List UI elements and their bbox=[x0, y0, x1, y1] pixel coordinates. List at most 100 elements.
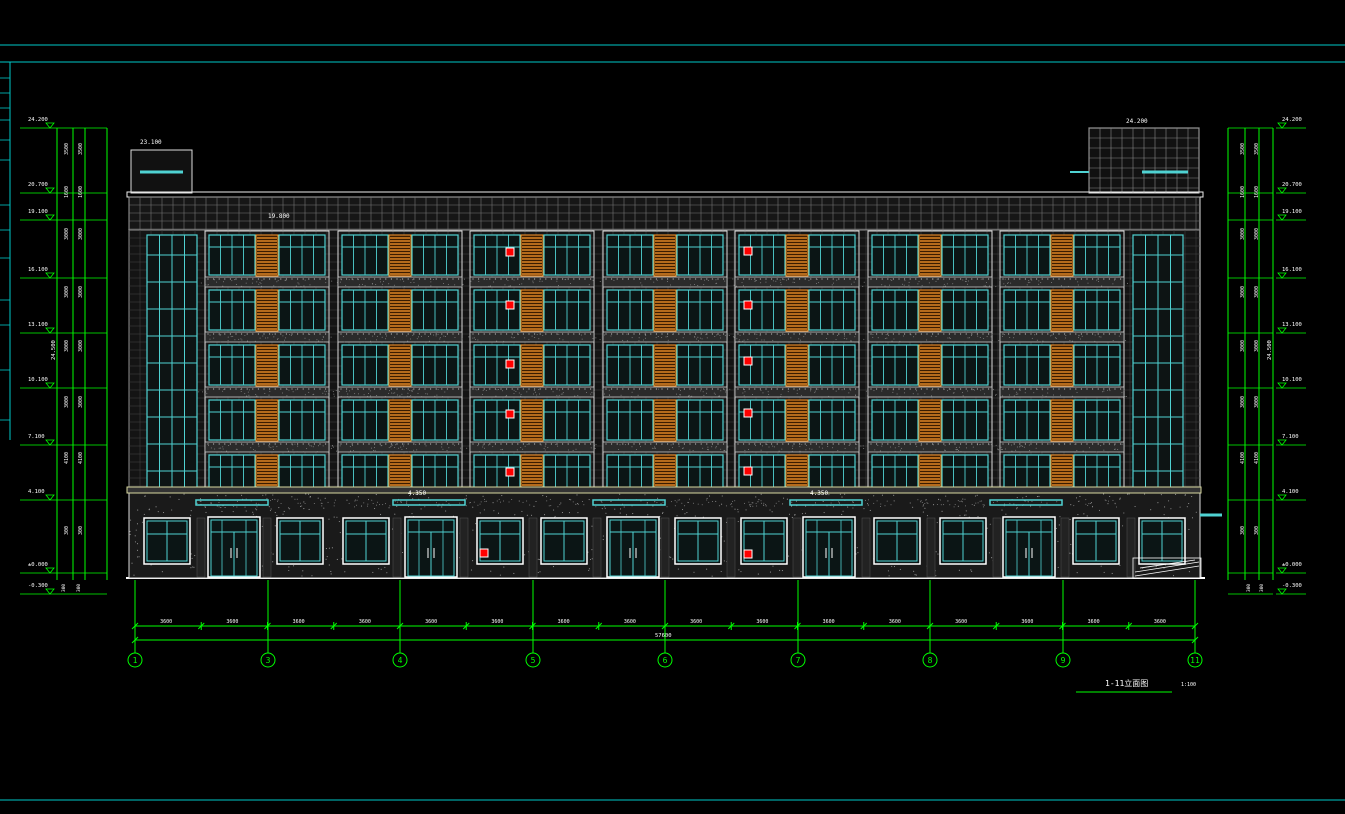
red-marker-3 bbox=[505, 359, 515, 369]
bay-dimension-5: 3600 bbox=[425, 619, 437, 625]
svg-text:300: 300 bbox=[1254, 526, 1260, 535]
bay-dimension-16: 3600 bbox=[1154, 619, 1166, 625]
svg-text:300: 300 bbox=[1240, 526, 1246, 535]
side-curtain-wall-1 bbox=[146, 234, 198, 489]
level-right-2: 20.700 bbox=[1282, 182, 1302, 188]
ground-window-10 bbox=[1072, 517, 1120, 565]
svg-text:4100: 4100 bbox=[64, 452, 70, 464]
svg-text:3000: 3000 bbox=[64, 340, 70, 352]
red-marker-5 bbox=[505, 467, 515, 477]
svg-text:300: 300 bbox=[78, 526, 84, 535]
level-right-1: 24.200 bbox=[1282, 117, 1302, 123]
axis-marker-4: 4 bbox=[392, 580, 408, 668]
right-level-chain: 24.200 20.700 19.100 16.100 13.100 10.100 7.10… bbox=[1227, 117, 1306, 595]
level-left-9: ±0.000 bbox=[28, 562, 48, 568]
svg-text:3500: 3500 bbox=[64, 143, 70, 155]
svg-text:300: 300 bbox=[61, 584, 67, 592]
parapet-level: 19.800 bbox=[268, 213, 290, 220]
canopy-level-left: 4.350 bbox=[408, 490, 426, 497]
svg-text:3000: 3000 bbox=[1254, 286, 1260, 298]
svg-text:3500: 3500 bbox=[78, 143, 84, 155]
level-right-9: ±0.000 bbox=[1282, 562, 1302, 568]
svg-text:3000: 3000 bbox=[1240, 340, 1246, 352]
svg-text:4100: 4100 bbox=[78, 452, 84, 464]
svg-text:3000: 3000 bbox=[1254, 228, 1260, 240]
level-right-3: 19.100 bbox=[1282, 209, 1302, 215]
roof-level-left: 23.100 bbox=[140, 139, 162, 146]
svg-text:3000: 3000 bbox=[1240, 396, 1246, 408]
ground-window-5 bbox=[540, 517, 588, 565]
svg-text:3000: 3000 bbox=[64, 228, 70, 240]
level-right-7: 7.100 bbox=[1282, 434, 1299, 440]
overall-height-right: 24.500 bbox=[1267, 340, 1273, 360]
bay-dimension-2: 3600 bbox=[226, 619, 238, 625]
level-left-2: 20.700 bbox=[28, 182, 48, 188]
entrance-door-1 bbox=[207, 516, 261, 578]
axis-grid-markers: 1 3 4 5 6 7 8 9 11 bbox=[127, 580, 1203, 668]
ground-window-11 bbox=[1138, 517, 1186, 565]
svg-text:3000: 3000 bbox=[1254, 396, 1260, 408]
bay-dimension-13: 3600 bbox=[955, 619, 967, 625]
total-width-dimension: 57600 bbox=[655, 633, 672, 639]
ground-window-9 bbox=[939, 517, 987, 565]
svg-text:3000: 3000 bbox=[78, 396, 84, 408]
svg-text:4: 4 bbox=[398, 656, 403, 665]
svg-text:300: 300 bbox=[1246, 584, 1252, 592]
svg-text:7: 7 bbox=[796, 656, 801, 665]
svg-text:3000: 3000 bbox=[78, 286, 84, 298]
svg-text:1600: 1600 bbox=[64, 186, 70, 198]
window-bay-2 bbox=[337, 230, 463, 508]
window-bay-1 bbox=[204, 230, 330, 508]
level-right-10: -0.300 bbox=[1282, 583, 1302, 589]
svg-text:3: 3 bbox=[266, 656, 271, 665]
svg-text:300: 300 bbox=[76, 584, 82, 592]
bay-dimension-11: 3600 bbox=[823, 619, 835, 625]
bay-dimension-12: 3600 bbox=[889, 619, 901, 625]
level-left-3: 19.100 bbox=[28, 209, 48, 215]
side-curtain-wall-2 bbox=[1132, 234, 1184, 489]
axis-marker-5: 5 bbox=[525, 580, 541, 668]
red-marker-9 bbox=[743, 408, 753, 418]
bay-dimension-3: 3600 bbox=[293, 619, 305, 625]
red-marker-8 bbox=[743, 356, 753, 366]
level-left-5: 13.100 bbox=[28, 322, 48, 328]
level-right-5: 13.100 bbox=[1282, 322, 1302, 328]
axis-marker-9: 9 bbox=[1055, 580, 1071, 668]
axis-marker-6: 6 bbox=[657, 580, 673, 668]
building-facade bbox=[126, 127, 1222, 579]
svg-text:1600: 1600 bbox=[78, 186, 84, 198]
svg-text:3500: 3500 bbox=[1240, 143, 1246, 155]
axis-marker-3: 3 bbox=[260, 580, 276, 668]
cad-elevation-drawing: 3600 3600 3600 3600 3600 3600 3600 3600 3600 3600… bbox=[0, 0, 1345, 810]
overall-height-left: 24.500 bbox=[51, 340, 57, 360]
svg-text:3000: 3000 bbox=[1240, 286, 1246, 298]
bay-dimension-8: 3600 bbox=[624, 619, 636, 625]
svg-text:4100: 4100 bbox=[1254, 452, 1260, 464]
svg-text:6: 6 bbox=[663, 656, 668, 665]
bay-dimension-15: 3600 bbox=[1088, 619, 1100, 625]
drawing-scale: 1:100 bbox=[1181, 682, 1196, 688]
axis-marker-8: 8 bbox=[922, 580, 938, 668]
window-bay-4 bbox=[602, 230, 728, 508]
level-left-10: -0.300 bbox=[28, 583, 48, 589]
ground-window-3 bbox=[342, 517, 390, 565]
entrance-door-5 bbox=[1002, 516, 1056, 578]
level-left-6: 10.100 bbox=[28, 377, 48, 383]
axis-marker-1: 1 bbox=[127, 580, 143, 668]
level-left-1: 24.200 bbox=[28, 117, 48, 123]
red-marker-6 bbox=[743, 246, 753, 256]
svg-text:1600: 1600 bbox=[1240, 186, 1246, 198]
svg-text:3000: 3000 bbox=[1240, 228, 1246, 240]
entrance-door-3 bbox=[606, 516, 660, 578]
red-marker-4 bbox=[505, 409, 515, 419]
drawing-title: 1-11立面图 bbox=[1105, 678, 1148, 688]
bay-dimension-4: 3600 bbox=[359, 619, 371, 625]
title-block: 1-11立面图 1:100 bbox=[1076, 678, 1196, 693]
svg-text:3000: 3000 bbox=[78, 228, 84, 240]
svg-text:1: 1 bbox=[133, 656, 138, 665]
window-bay-5 bbox=[734, 230, 860, 508]
ground-window-1 bbox=[143, 517, 191, 565]
svg-text:3000: 3000 bbox=[64, 286, 70, 298]
bay-dimension-9: 3600 bbox=[690, 619, 702, 625]
window-bay-3 bbox=[469, 230, 595, 508]
